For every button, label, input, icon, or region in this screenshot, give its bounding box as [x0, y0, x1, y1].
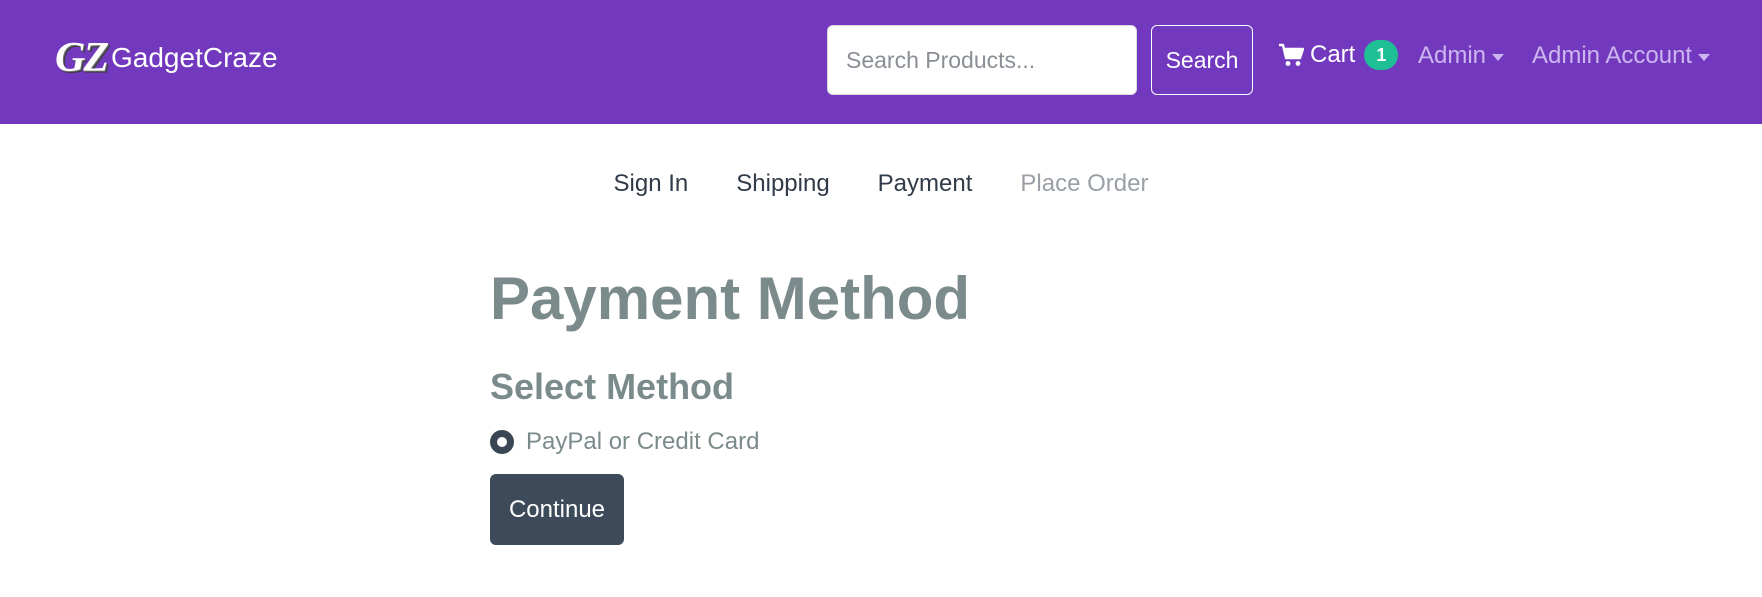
payment-option-label: PayPal or Credit Card — [526, 428, 760, 455]
brand-name: GadgetCraze — [111, 42, 278, 73]
chevron-down-icon — [1698, 53, 1711, 61]
step-sign-in[interactable]: Sign In — [590, 170, 713, 198]
step-payment[interactable]: Payment — [854, 170, 997, 198]
brand-link[interactable]: GZ GadgetCraze — [55, 36, 278, 80]
admin-menu-label: Admin — [1418, 42, 1487, 69]
account-menu-label: Admin Account — [1532, 42, 1693, 69]
section-title: Select Method — [490, 366, 735, 407]
payment-option-paypal[interactable]: PayPal or Credit Card — [490, 428, 759, 456]
cart-count-badge: 1 — [1364, 40, 1399, 70]
account-menu-dropdown[interactable]: Admin Account — [1532, 42, 1711, 70]
chevron-down-icon — [1492, 53, 1505, 61]
continue-button[interactable]: Continue — [490, 474, 624, 545]
page-title: Payment Method — [490, 265, 971, 332]
step-shipping[interactable]: Shipping — [712, 170, 853, 198]
shopping-cart-icon — [1278, 43, 1305, 67]
brand-logo: GZ — [55, 35, 109, 81]
search-input[interactable] — [827, 25, 1137, 95]
cart-label: Cart — [1310, 41, 1356, 68]
step-place-order: Place Order — [1020, 170, 1149, 197]
payment-radio[interactable] — [490, 430, 514, 454]
admin-menu-dropdown[interactable]: Admin — [1418, 42, 1505, 70]
navbar: GZ GadgetCraze Search Cart 1 Admin Admin… — [0, 0, 1762, 124]
cart-link[interactable]: Cart 1 — [1278, 40, 1399, 70]
search-button[interactable]: Search — [1151, 25, 1253, 95]
checkout-steps: Sign In Shipping Payment Place Order — [0, 170, 1762, 198]
